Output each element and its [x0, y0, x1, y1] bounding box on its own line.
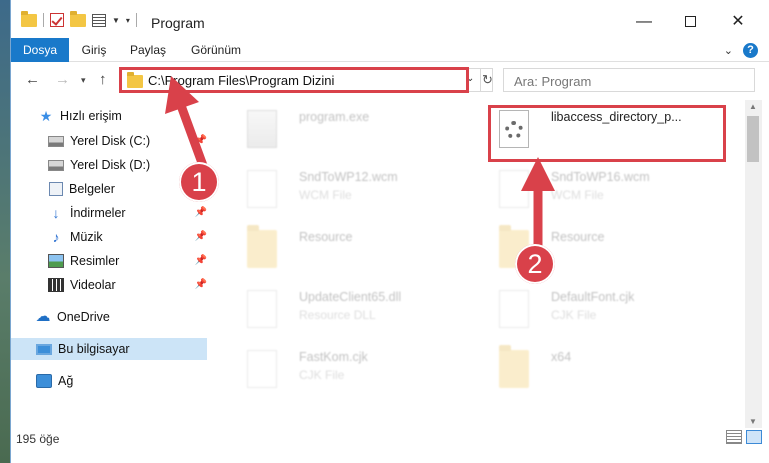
tab-share[interactable]: Paylaş: [126, 38, 170, 62]
annotation-arrow-2: [521, 157, 555, 252]
sidebar-item-network[interactable]: Ağ: [11, 370, 211, 392]
ribbon-tabs: Dosya Giriş Paylaş Görünüm ⌄ ?: [11, 38, 769, 62]
properties-check-icon[interactable]: [50, 13, 64, 27]
sidebar-item-music[interactable]: ♪ Müzik 📌: [11, 226, 211, 248]
minimize-button[interactable]: —: [621, 8, 667, 36]
toolbar-separator: [135, 13, 137, 27]
step-badge-2: 2: [515, 244, 555, 284]
view-properties-icon[interactable]: [92, 13, 106, 27]
search-placeholder: Ara: Program: [514, 74, 592, 89]
computer-icon: [36, 343, 52, 355]
dll-icon: [247, 290, 277, 328]
new-folder-icon[interactable]: [70, 10, 86, 27]
customize-toolbar-icon[interactable]: ▾: [126, 16, 130, 25]
file-item[interactable]: program.exe: [229, 102, 459, 160]
pin-icon[interactable]: 📌: [195, 279, 207, 290]
forward-arrow-icon[interactable]: →: [55, 71, 70, 88]
back-arrow-icon[interactable]: ←: [25, 71, 40, 88]
folder-icon[interactable]: [21, 10, 37, 27]
file-item[interactable]: SndToWP12.wcm WCM File: [229, 162, 459, 220]
ribbon-right-controls: ⌄ ?: [724, 43, 758, 58]
sidebar-item-pictures[interactable]: Resimler 📌: [11, 250, 211, 272]
sidebar-item-this-pc[interactable]: Bu bilgisayar: [11, 338, 207, 360]
item-count: 195 öğe: [16, 432, 60, 446]
documents-icon: [49, 182, 63, 196]
folder-icon: [499, 345, 529, 388]
file-item[interactable]: Resource: [229, 222, 459, 280]
details-view-icon[interactable]: [726, 430, 742, 444]
pin-icon[interactable]: 📌: [195, 231, 207, 242]
expand-ribbon-icon[interactable]: ⌄: [724, 44, 733, 57]
sidebar-item-downloads[interactable]: ↓ İndirmeler 📌: [11, 202, 211, 224]
large-icons-view-icon[interactable]: [746, 430, 762, 444]
pictures-icon: [48, 254, 64, 268]
status-bar: 195 öğe: [11, 428, 769, 463]
file-item[interactable]: DefaultFont.cjk CJK File: [481, 282, 711, 340]
help-icon[interactable]: ?: [743, 43, 758, 58]
search-input[interactable]: Ara: Program: [503, 68, 755, 92]
maximize-icon: [684, 16, 696, 28]
drive-icon: [48, 135, 64, 147]
window-title: Program: [151, 15, 205, 31]
drive-icon: [48, 159, 64, 171]
navigation-bar: ← → ▾ ↑ C:\Program Files\Program Dizini …: [11, 63, 769, 97]
sidebar-item-onedrive[interactable]: ☁ OneDrive: [11, 306, 211, 328]
view-toggle: [726, 430, 762, 444]
exe-icon: [247, 110, 277, 148]
explorer-window: ▼ ▾ Program — ✕ Dosya Giriş Paylaş Görün…: [10, 0, 769, 463]
pin-icon[interactable]: 📌: [195, 207, 207, 218]
up-arrow-icon[interactable]: ↑: [99, 71, 107, 88]
cloud-icon: ☁: [35, 308, 51, 325]
file-item[interactable]: x64: [481, 342, 711, 400]
pin-icon[interactable]: 📌: [195, 255, 207, 266]
close-button[interactable]: ✕: [715, 8, 761, 36]
file-icon: [247, 350, 277, 388]
music-icon: ♪: [52, 229, 60, 245]
tab-home[interactable]: Giriş: [77, 38, 111, 62]
step-badge-1: 1: [179, 162, 219, 202]
tab-file[interactable]: Dosya: [11, 38, 69, 62]
folder-icon: [247, 225, 277, 268]
vertical-scrollbar[interactable]: ▲ ▼: [745, 100, 762, 428]
network-icon: [36, 374, 52, 388]
file-highlight-box: [488, 105, 726, 162]
download-icon: ↓: [52, 205, 60, 221]
refresh-icon[interactable]: ↻: [480, 69, 494, 91]
recent-locations-icon[interactable]: ▾: [81, 75, 86, 86]
title-bar: ▼ ▾ Program — ✕: [11, 0, 769, 38]
file-list: program.exe libaccess_directory_p... Snd…: [219, 100, 739, 428]
sidebar-item-videos[interactable]: Videolar 📌: [11, 274, 211, 296]
chevron-down-icon[interactable]: ▼: [112, 16, 120, 25]
toolbar-separator: [43, 13, 44, 27]
tab-view[interactable]: Görünüm: [185, 38, 247, 62]
file-item[interactable]: FastKom.cjk CJK File: [229, 342, 459, 400]
file-icon: [499, 290, 529, 328]
file-icon: [247, 170, 277, 208]
maximize-button[interactable]: [667, 8, 713, 36]
file-item[interactable]: UpdateClient65.dll Resource DLL: [229, 282, 459, 340]
quick-access-toolbar: ▼ ▾: [21, 10, 137, 27]
scroll-up-icon[interactable]: ▲: [749, 102, 757, 111]
scroll-thumb[interactable]: [747, 116, 759, 162]
video-icon: [48, 278, 64, 292]
star-icon: ★: [39, 108, 53, 124]
scroll-down-icon[interactable]: ▼: [749, 417, 757, 426]
